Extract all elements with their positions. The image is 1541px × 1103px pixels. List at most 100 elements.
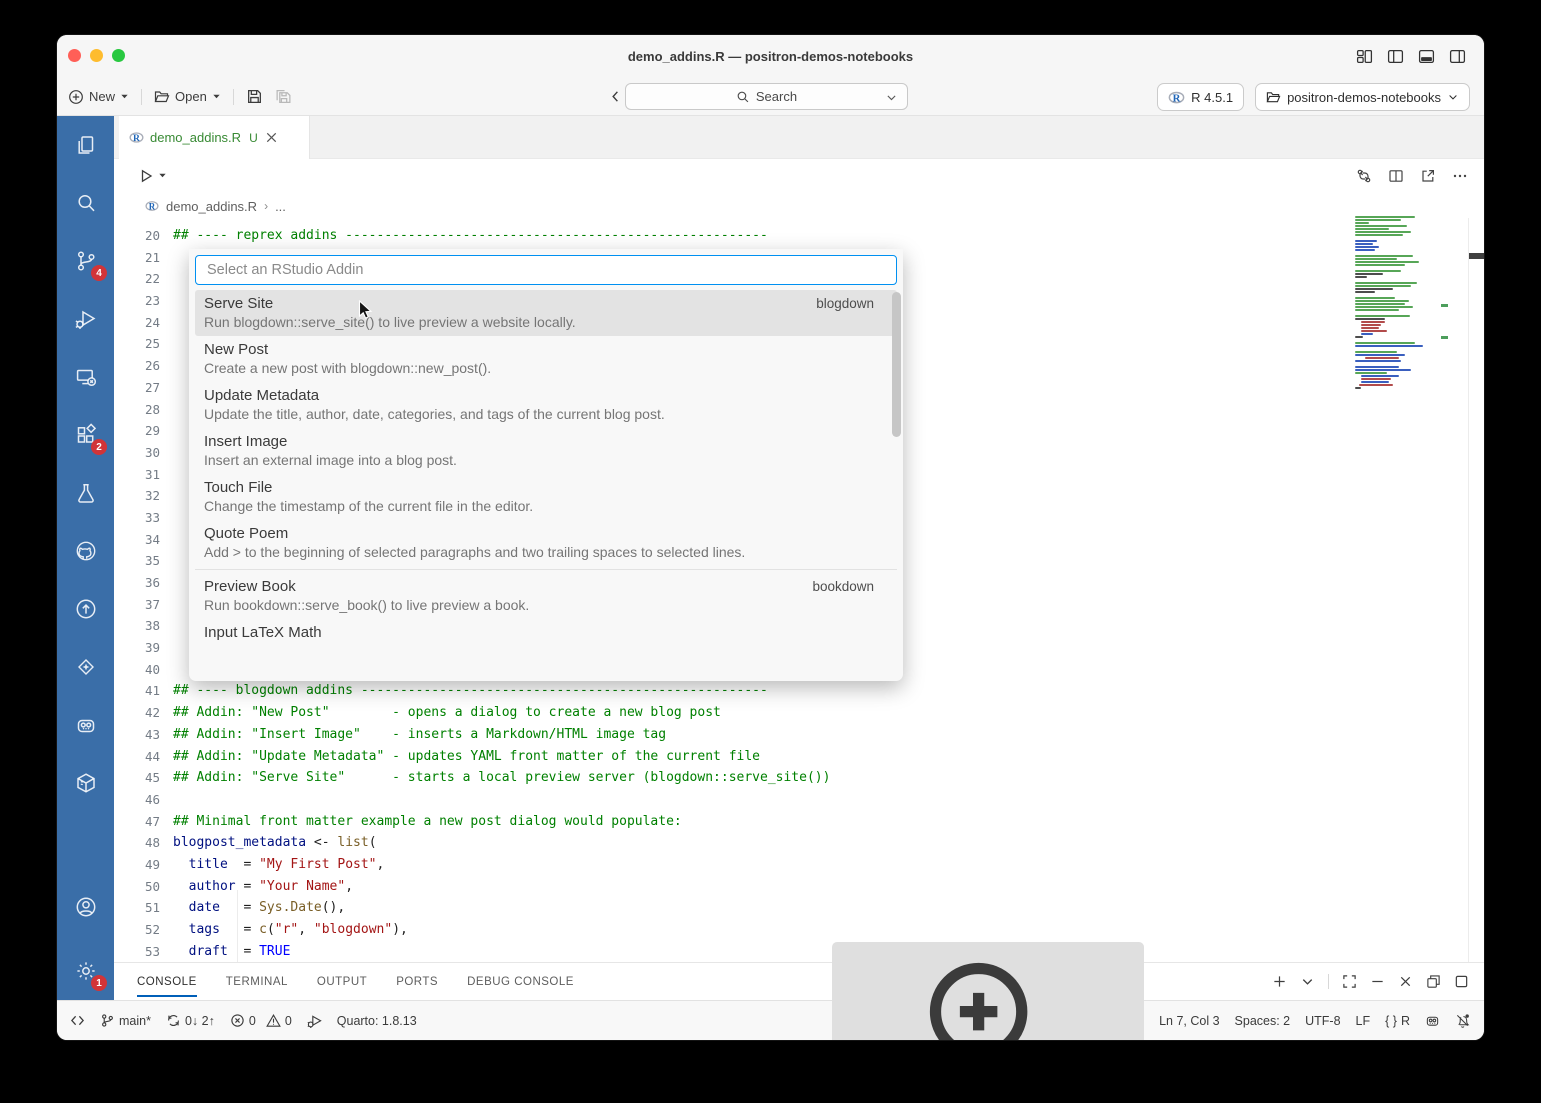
minimap-line xyxy=(1355,306,1413,308)
divider xyxy=(141,89,142,105)
line-number: 51 xyxy=(114,897,160,919)
code-line[interactable]: 41## ---- blogdown addins --------------… xyxy=(114,680,1484,702)
customize-layout-icon[interactable] xyxy=(1356,48,1373,65)
breadcrumb-file[interactable]: demo_addins.R xyxy=(166,199,257,214)
quick-pick-widget: Serve SiteblogdownRun blogdown::serve_si… xyxy=(189,249,903,681)
code-line[interactable]: 42## Addin: "New Post" - opens a dialog … xyxy=(114,702,1484,724)
minimap-line xyxy=(1355,255,1413,257)
breadcrumb[interactable]: demo_addins.R › ... xyxy=(114,192,1484,220)
quarto-status[interactable]: Quarto: 1.8.13 xyxy=(337,1014,417,1028)
new-button[interactable]: New xyxy=(68,89,129,105)
quick-pick-input[interactable] xyxy=(205,261,887,279)
minimap-line xyxy=(1355,309,1399,311)
sidebar-item-databot[interactable] xyxy=(57,696,114,754)
notifications-status[interactable] xyxy=(1455,1013,1470,1028)
code-line[interactable]: 52 tags = c("r", "blogdown"), xyxy=(114,919,1484,941)
cursor-position[interactable]: Ln 7, Col 3 xyxy=(1159,1014,1219,1028)
editor-scrollbar[interactable] xyxy=(1468,218,1484,962)
zoom-indicator[interactable] xyxy=(832,942,1144,1041)
quick-pick-item[interactable]: Insert ImageInsert an external image int… xyxy=(195,428,897,474)
breadcrumb-more[interactable]: ... xyxy=(275,199,286,214)
panel-tab-output[interactable]: OUTPUT xyxy=(317,963,367,1000)
quick-pick-item[interactable]: Preview BookbookdownRun bookdown::serve_… xyxy=(195,573,897,619)
minimap-line xyxy=(1355,342,1415,344)
sidebar-item-github[interactable] xyxy=(57,522,114,580)
code-line[interactable]: 43## Addin: "Insert Image" - inserts a M… xyxy=(114,724,1484,746)
code-line[interactable]: 46 xyxy=(114,789,1484,811)
language-mode[interactable]: { } R xyxy=(1385,1014,1410,1028)
save-all-icon[interactable] xyxy=(275,88,292,105)
code-line[interactable]: 47## Minimal front matter example a new … xyxy=(114,811,1484,833)
line-number: 38 xyxy=(114,615,160,637)
panel-tab-console[interactable]: CONSOLE xyxy=(137,963,197,1000)
quick-pick-item[interactable]: Input LaTeX Math xyxy=(195,619,897,649)
sidebar-item-assistant[interactable] xyxy=(57,638,114,696)
sidebar-item-account[interactable] xyxy=(57,884,114,942)
more-actions-icon[interactable] xyxy=(1452,168,1468,184)
minimap-line xyxy=(1361,381,1389,383)
panel-tab-ports[interactable]: PORTS xyxy=(396,963,438,1000)
chevron-down-icon[interactable] xyxy=(885,91,898,104)
sidebar-item-packages[interactable] xyxy=(57,754,114,812)
code-text: ## Addin: "Serve Site" - starts a local … xyxy=(173,767,830,789)
indentation-status[interactable]: Spaces: 2 xyxy=(1235,1014,1291,1028)
toggle-primary-sidebar-icon[interactable] xyxy=(1387,48,1404,65)
split-editor-icon[interactable] xyxy=(1388,168,1404,184)
minimap-line xyxy=(1355,249,1375,251)
toggle-secondary-sidebar-icon[interactable] xyxy=(1449,48,1466,65)
sidebar-item-settings[interactable]: 1 xyxy=(57,942,114,1000)
sidebar-item-search[interactable] xyxy=(57,174,114,232)
sidebar-item-source-control[interactable]: 4 xyxy=(57,232,114,290)
diff-added-marker xyxy=(1441,336,1448,339)
code-line[interactable]: 44## Addin: "Update Metadata" - updates … xyxy=(114,746,1484,768)
sidebar-item-run-debug[interactable] xyxy=(57,290,114,348)
toggle-panel-icon[interactable] xyxy=(1418,48,1435,65)
quick-pick-item[interactable]: Serve SiteblogdownRun blogdown::serve_si… xyxy=(195,290,897,336)
close-icon[interactable] xyxy=(264,130,279,145)
r-version-label: R 4.5.1 xyxy=(1191,90,1233,105)
code-line[interactable]: 49 title = "My First Post", xyxy=(114,854,1484,876)
git-branch-status[interactable]: main* xyxy=(100,1013,151,1028)
scrollbar-thumb[interactable] xyxy=(1469,253,1484,259)
run-button[interactable] xyxy=(138,168,167,184)
tab-demo-addins[interactable]: demo_addins.R U xyxy=(119,116,310,159)
interpreter-selector[interactable]: R 4.5.1 xyxy=(1157,83,1244,111)
open-in-new-window-icon[interactable] xyxy=(1420,168,1436,184)
quick-pick-scrollbar[interactable] xyxy=(892,292,901,437)
sidebar-item-remote-explorer[interactable] xyxy=(57,348,114,406)
global-search-box[interactable]: Search xyxy=(625,83,908,110)
code-line[interactable]: 50 author = "Your Name", xyxy=(114,876,1484,898)
sidebar-item-testing[interactable] xyxy=(57,464,114,522)
remote-indicator[interactable] xyxy=(70,1013,85,1028)
minimap[interactable] xyxy=(1355,216,1445,390)
quick-pick-item[interactable]: New PostCreate a new post with blogdown:… xyxy=(195,336,897,382)
panel-tab-terminal[interactable]: TERMINAL xyxy=(226,963,288,1000)
save-icon[interactable] xyxy=(246,88,263,105)
problems-status[interactable]: 0 0 xyxy=(230,1013,292,1028)
workspace-selector[interactable]: positron-demos-notebooks xyxy=(1255,83,1470,111)
code-line[interactable]: 48blogpost_metadata <- list( xyxy=(114,832,1484,854)
r-logo-icon xyxy=(1168,90,1185,105)
sparkle-diamond-icon xyxy=(74,655,98,679)
code-line[interactable]: 51 date = Sys.Date(), xyxy=(114,897,1484,919)
code-text: ## Minimal front matter example a new po… xyxy=(173,811,682,833)
code-line[interactable]: 20## ---- reprex addins ----------------… xyxy=(114,225,1484,247)
panel-tab-debug-console[interactable]: DEBUG CONSOLE xyxy=(467,963,574,1000)
code-line[interactable]: 45 ## Addin: "Serve Site" - starts a loca… xyxy=(114,767,1484,789)
encoding-status[interactable]: UTF-8 xyxy=(1305,1014,1340,1028)
sidebar-item-extensions[interactable]: 2 xyxy=(57,406,114,464)
open-changes-icon[interactable] xyxy=(1356,168,1372,184)
sidebar-item-explorer[interactable] xyxy=(57,116,114,174)
databot-status[interactable] xyxy=(1425,1013,1440,1028)
quick-pick-item[interactable]: Update MetadataUpdate the title, author,… xyxy=(195,382,897,428)
quick-pick-item[interactable]: Touch FileChange the timestamp of the cu… xyxy=(195,474,897,520)
sidebar-item-publish[interactable] xyxy=(57,580,114,638)
line-number: 45 xyxy=(114,767,160,789)
quick-pick-item[interactable]: Quote PoemAdd > to the beginning of sele… xyxy=(195,520,897,566)
open-button[interactable]: Open xyxy=(154,89,221,105)
eol-status[interactable]: LF xyxy=(1356,1014,1371,1028)
sync-status[interactable]: 0↓ 2↑ xyxy=(166,1013,215,1028)
debug-status[interactable] xyxy=(307,1013,322,1028)
github-icon xyxy=(74,539,98,563)
navigate-back-icon[interactable] xyxy=(608,89,623,104)
